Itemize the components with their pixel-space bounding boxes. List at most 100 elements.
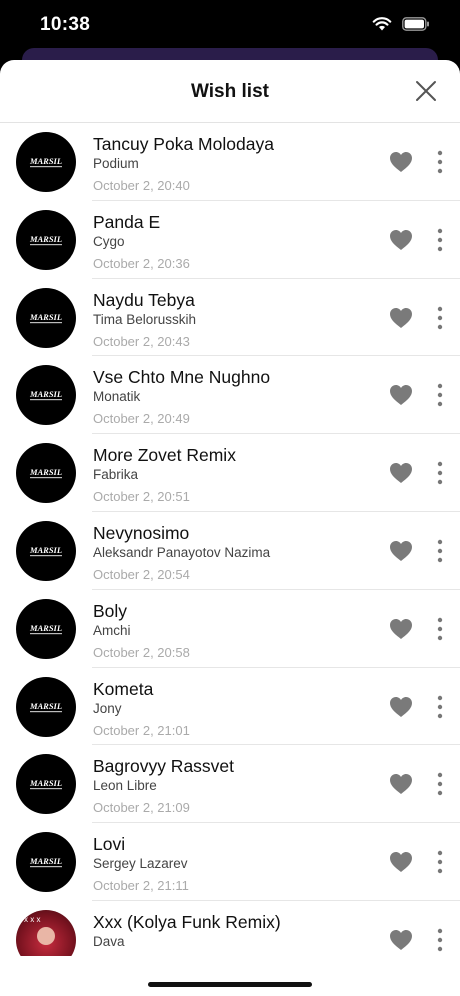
album-cover: MARSIL bbox=[16, 287, 76, 348]
track-title: Panda E bbox=[93, 211, 161, 232]
list-item[interactable]: MARSIL Vse Chto Mne Nughno Monatik Octob… bbox=[0, 356, 460, 434]
track-title: Bagrovyy Rassvet bbox=[93, 756, 235, 777]
track-artist: Tima Belorusskih bbox=[93, 311, 197, 327]
sheet-title: Wish list bbox=[191, 81, 269, 102]
album-cover: MARSIL bbox=[16, 832, 76, 893]
track-timestamp: October 2, 20:58 bbox=[93, 644, 190, 660]
svg-text:x x x: x x x bbox=[24, 915, 40, 924]
album-cover: MARSIL bbox=[16, 754, 76, 815]
list-item[interactable]: MARSIL Naydu Tebya Tima Belorusskih Octo… bbox=[0, 279, 460, 357]
more-options-icon[interactable] bbox=[430, 927, 450, 953]
heart-icon[interactable] bbox=[389, 696, 413, 718]
list-item[interactable]: MARSIL More Zovet Remix Fabrika October … bbox=[0, 434, 460, 512]
heart-icon[interactable] bbox=[389, 384, 413, 406]
svg-text:MARSIL: MARSIL bbox=[29, 156, 62, 166]
svg-text:MARSIL: MARSIL bbox=[29, 389, 62, 399]
track-artist: Fabrika bbox=[93, 467, 139, 483]
track-timestamp: October 2, 21:09 bbox=[93, 800, 190, 816]
more-options-icon[interactable] bbox=[430, 771, 450, 797]
sheet-header: Wish list bbox=[0, 60, 460, 123]
heart-icon[interactable] bbox=[389, 151, 413, 173]
track-timestamp: October 2, 20:49 bbox=[93, 411, 190, 427]
wifi-icon bbox=[372, 17, 392, 31]
more-options-icon[interactable] bbox=[430, 382, 450, 408]
heart-icon[interactable] bbox=[389, 773, 413, 795]
track-title: Naydu Tebya bbox=[93, 289, 195, 310]
heart-icon[interactable] bbox=[389, 462, 413, 484]
heart-icon[interactable] bbox=[389, 851, 413, 873]
track-timestamp: October 2, 20:36 bbox=[93, 255, 190, 271]
svg-text:MARSIL: MARSIL bbox=[29, 234, 62, 244]
album-cover: MARSIL bbox=[16, 443, 76, 504]
track-artist: Aleksandr Panayotov Nazima bbox=[93, 544, 271, 560]
album-cover: MARSIL bbox=[16, 132, 76, 192]
list-item[interactable]: MARSIL Kometa Jony October 2, 21:01 bbox=[0, 668, 460, 746]
bottom-area bbox=[0, 956, 460, 996]
album-logo-icon: MARSIL bbox=[29, 778, 62, 790]
album-logo-icon: MARSIL bbox=[29, 467, 62, 479]
more-options-icon[interactable] bbox=[430, 227, 450, 253]
more-options-icon[interactable] bbox=[430, 538, 450, 564]
more-options-icon[interactable] bbox=[430, 305, 450, 331]
more-options-icon[interactable] bbox=[430, 694, 450, 720]
album-logo-icon: MARSIL bbox=[29, 701, 62, 712]
track-title: Nevynosimo bbox=[93, 522, 190, 543]
more-options-icon[interactable] bbox=[430, 460, 450, 486]
more-options-icon[interactable] bbox=[430, 616, 450, 642]
track-title: Vse Chto Mne Nughno bbox=[93, 367, 271, 388]
track-artist: Monatik bbox=[93, 389, 141, 405]
track-title: More Zovet Remix bbox=[93, 445, 236, 466]
track-title: Kometa bbox=[93, 678, 154, 699]
heart-icon[interactable] bbox=[389, 929, 413, 951]
album-cover: MARSIL bbox=[16, 365, 76, 426]
list-item[interactable]: MARSIL Nevynosimo Aleksandr Panayotov Na… bbox=[0, 512, 460, 590]
album-logo-icon: MARSIL bbox=[29, 312, 62, 323]
track-title: Lovi bbox=[93, 834, 126, 855]
list-item[interactable]: MARSIL Bagrovyy Rassvet Leon Libre Octob… bbox=[0, 745, 460, 823]
wish-list: MARSIL Tancuy Poka Molodaya Podium Octob… bbox=[0, 123, 460, 979]
track-artist: Amchi bbox=[93, 622, 131, 638]
battery-icon bbox=[402, 16, 429, 31]
heart-icon[interactable] bbox=[389, 229, 413, 251]
track-timestamp: October 2, 20:43 bbox=[93, 333, 190, 349]
album-logo-icon: MARSIL bbox=[29, 545, 62, 557]
album-logo-icon: MARSIL bbox=[29, 856, 62, 868]
track-timestamp: October 2, 21:01 bbox=[93, 722, 190, 738]
close-icon[interactable] bbox=[414, 79, 438, 103]
list-item[interactable]: MARSIL Lovi Sergey Lazarev October 2, 21… bbox=[0, 823, 460, 901]
track-timestamp: October 2, 20:51 bbox=[93, 489, 190, 505]
more-options-icon[interactable] bbox=[430, 149, 450, 175]
track-timestamp: October 2, 20:54 bbox=[93, 566, 190, 582]
svg-text:MARSIL: MARSIL bbox=[29, 545, 62, 555]
wish-list-sheet: Wish list MARSIL Tancuy Poka Molodaya Po… bbox=[0, 60, 460, 996]
svg-text:MARSIL: MARSIL bbox=[29, 312, 62, 322]
album-cover: MARSIL bbox=[16, 520, 76, 581]
more-options-icon[interactable] bbox=[430, 849, 450, 875]
album-logo-icon: MARSIL bbox=[29, 623, 62, 634]
track-timestamp: October 2, 20:40 bbox=[93, 178, 190, 193]
album-cover: MARSIL bbox=[16, 598, 76, 659]
heart-icon[interactable] bbox=[389, 540, 413, 562]
status-icons bbox=[372, 16, 430, 31]
svg-text:MARSIL: MARSIL bbox=[29, 856, 62, 866]
album-cover: MARSIL bbox=[16, 676, 76, 737]
list-item[interactable]: MARSIL Panda E Cygo October 2, 20:36 bbox=[0, 201, 460, 279]
album-logo-icon: MARSIL bbox=[29, 234, 62, 245]
album-logo-icon: MARSIL bbox=[29, 389, 62, 401]
album-cover: MARSIL bbox=[16, 209, 76, 270]
list-item[interactable]: MARSIL Tancuy Poka Molodaya Podium Octob… bbox=[0, 123, 460, 201]
album-logo-icon: MARSIL bbox=[29, 156, 62, 168]
heart-icon[interactable] bbox=[389, 618, 413, 640]
track-title: Tancuy Poka Molodaya bbox=[93, 134, 274, 154]
svg-text:MARSIL: MARSIL bbox=[29, 623, 62, 633]
track-artist: Leon Libre bbox=[93, 778, 157, 794]
track-artist: Dava bbox=[93, 933, 125, 949]
list-item[interactable]: MARSIL Boly Amchi October 2, 20:58 bbox=[0, 590, 460, 668]
svg-text:MARSIL: MARSIL bbox=[29, 701, 62, 711]
heart-icon[interactable] bbox=[389, 307, 413, 329]
status-bar: 10:38 bbox=[0, 0, 460, 50]
track-artist: Jony bbox=[93, 700, 122, 716]
status-time: 10:38 bbox=[40, 14, 91, 35]
track-artist: Cygo bbox=[93, 233, 125, 249]
track-title: Xxx (Kolya Funk Remix) bbox=[93, 911, 281, 932]
